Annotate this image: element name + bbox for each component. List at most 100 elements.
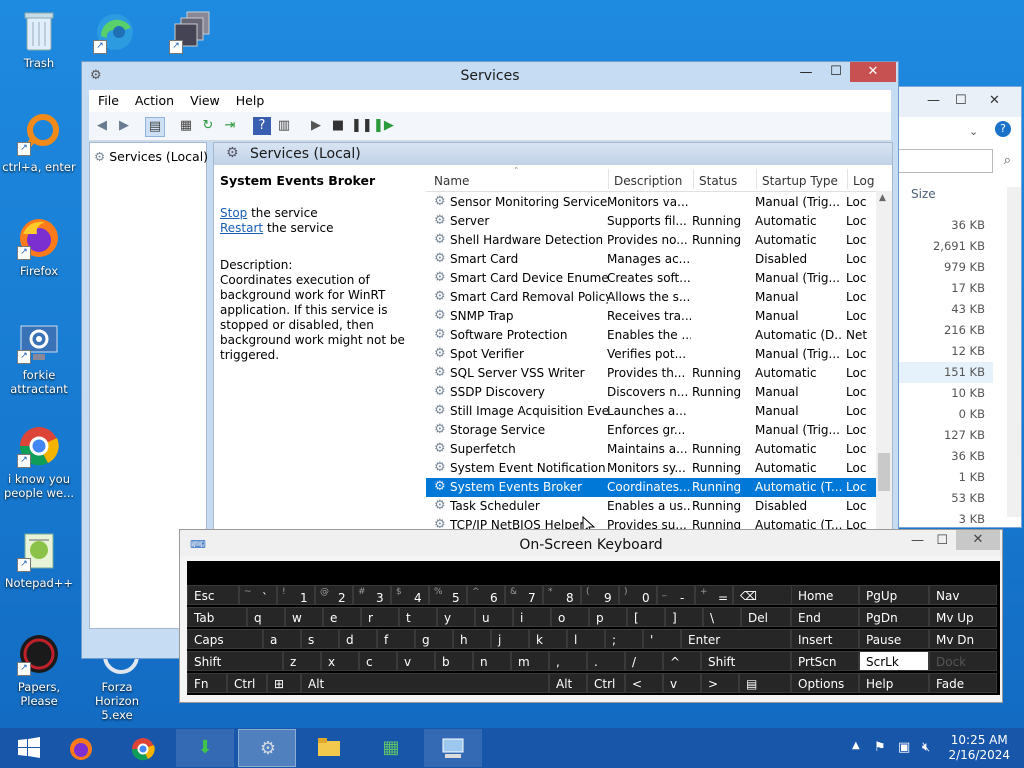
desktop-icon-ctrl-a[interactable]: ↗ ctrl+a, enter	[0, 112, 78, 174]
key-end[interactable]: End	[791, 607, 859, 627]
key--[interactable]: _ -	[657, 585, 695, 605]
key-3[interactable]: #3	[353, 585, 391, 605]
desktop-icon-windows[interactable]: ↗	[152, 10, 230, 58]
key-alt[interactable]: Alt	[301, 673, 549, 693]
key-char[interactable]: [	[627, 607, 665, 627]
show-hidden-icons-icon[interactable]: ▲	[852, 740, 860, 751]
key-left-arrow[interactable]: <	[625, 673, 663, 693]
key-char[interactable]: p	[589, 607, 627, 627]
close-icon[interactable]: ✕	[956, 530, 1000, 550]
key-2[interactable]: @2	[315, 585, 353, 605]
service-row[interactable]: ⚙ SNMP Trap Receives tra... Manual Loc	[426, 307, 876, 326]
key-char[interactable]: z	[283, 651, 321, 671]
desktop-icon-forkie[interactable]: ↗ forkie attractant	[0, 320, 78, 396]
key-char[interactable]: e	[323, 607, 361, 627]
service-row[interactable]: ⚙ System Event Notification S...Monitors …	[426, 459, 876, 478]
key-pause[interactable]: Pause	[859, 629, 929, 649]
restart-service-icon[interactable]: ❚▶	[373, 117, 394, 135]
key-alt[interactable]: Alt	[549, 673, 587, 693]
key-char[interactable]: v	[397, 651, 435, 671]
taskbar-services[interactable]: ⚙	[238, 729, 296, 767]
export-list-icon[interactable]: ⇥	[221, 117, 239, 135]
key-mv-dn[interactable]: Mv Dn	[929, 629, 997, 649]
column-header-log-on-as[interactable]: Log	[853, 174, 874, 188]
key-char[interactable]: h	[453, 629, 491, 649]
service-row[interactable]: ⚙ System Events Broker Coordinates... Runni…	[426, 478, 876, 497]
explorer-scrollbar[interactable]	[1007, 187, 1021, 517]
key-home[interactable]: Home	[791, 585, 859, 605]
back-icon[interactable]: ◀	[93, 117, 111, 135]
show-hide-tree-icon[interactable]: ▤	[145, 117, 165, 137]
key-char[interactable]: r	[361, 607, 399, 627]
key-char[interactable]: s	[301, 629, 339, 649]
key-char[interactable]: d	[339, 629, 377, 649]
desktop-icon-firefox[interactable]: ↗ Firefox	[0, 216, 78, 278]
service-row[interactable]: ⚙ Still Image Acquisition EventsLaunches …	[426, 402, 876, 421]
pause-service-icon[interactable]: ❚❚	[351, 117, 373, 135]
column-header-status[interactable]: Status	[699, 174, 737, 188]
service-row[interactable]: ⚙ Task Scheduler Enables a us... Running Dis…	[426, 497, 876, 516]
volume-muted-icon[interactable]: 🔇︎	[922, 740, 930, 755]
key-ctrl[interactable]: Ctrl	[227, 673, 267, 693]
service-row[interactable]: ⚙ SSDP Discovery Discovers n... Running Manu…	[426, 383, 876, 402]
stop-service-icon[interactable]: ■	[329, 117, 347, 135]
size-column-header[interactable]: Size	[911, 187, 936, 201]
key-char[interactable]: m	[511, 651, 549, 671]
explorer-window[interactable]: — ☐ ✕ ⌄ ? ⌕ Size 36 KB 2,691 KB 979 KB 17 K…	[852, 86, 1022, 528]
taskbar-app-download[interactable]: ⬇	[176, 729, 234, 767]
key-char[interactable]: b	[435, 651, 473, 671]
desktop-icon-chrome[interactable]: ↗ i know you people we...	[0, 424, 78, 500]
column-header-startup-type[interactable]: Startup Type	[762, 174, 838, 188]
taskbar-app-blocks[interactable]: ▦	[362, 729, 420, 767]
key-up-arrow[interactable]: ^	[663, 651, 701, 671]
on-screen-keyboard-window[interactable]: ⌨ On-Screen Keyboard — ☐ ✕ Esc ~ `! 1 @2 #3 $4…	[179, 529, 1003, 703]
restart-service-link[interactable]: Restart	[220, 221, 263, 235]
forward-icon[interactable]: ▶	[115, 117, 133, 135]
explorer-titlebar[interactable]: — ☐ ✕	[891, 87, 1021, 117]
key-options[interactable]: Options	[791, 673, 859, 693]
service-row[interactable]: ⚙ Smart Card Removal Policy Allows the s..…	[426, 288, 876, 307]
key-windows[interactable]: ⊞	[267, 673, 301, 693]
key-mv-up[interactable]: Mv Up	[929, 607, 997, 627]
flag-icon[interactable]: ⚑	[874, 740, 886, 755]
desktop-icon-edge[interactable]: ↗	[76, 10, 154, 58]
start-button[interactable]	[0, 729, 58, 767]
key-char[interactable]: j	[491, 629, 529, 649]
key-char[interactable]: q	[247, 607, 285, 627]
key-char[interactable]: \	[703, 607, 741, 627]
key-8[interactable]: * 8	[543, 585, 581, 605]
key-pgup[interactable]: PgUp	[859, 585, 929, 605]
key-char[interactable]: .	[587, 651, 625, 671]
maximize-icon[interactable]: ☐	[936, 533, 948, 548]
key-char[interactable]: '	[643, 629, 681, 649]
start-service-icon[interactable]: ▶	[307, 117, 325, 135]
close-icon[interactable]: ✕	[989, 93, 1000, 108]
key-context-menu[interactable]: ▤	[739, 673, 791, 693]
menu-action[interactable]: Action	[126, 90, 181, 108]
key-ctrl[interactable]: Ctrl	[587, 673, 625, 693]
key-pgdn[interactable]: PgDn	[859, 607, 929, 627]
scroll-up-icon[interactable]: ▲	[879, 193, 886, 203]
service-row[interactable]: ⚙ Software Protection Enables the ... Autom…	[426, 326, 876, 345]
key-char[interactable]: o	[551, 607, 589, 627]
key-char[interactable]: ;	[605, 629, 643, 649]
key-esc[interactable]: Esc	[187, 585, 239, 605]
minimize-icon[interactable]: —	[927, 93, 940, 108]
refresh-icon[interactable]: ↻	[199, 117, 217, 135]
column-header-description[interactable]: Description	[614, 174, 682, 188]
key-char[interactable]: ,	[549, 651, 587, 671]
key-scrlk[interactable]: ScrLk	[859, 651, 929, 671]
key-char[interactable]: n	[473, 651, 511, 671]
key-tab[interactable]: Tab	[187, 607, 247, 627]
key-7[interactable]: & 7	[505, 585, 543, 605]
key-prtscn[interactable]: PrtScn	[791, 651, 859, 671]
service-row[interactable]: ⚙ Storage Service Enforces gr... Manual (Tr…	[426, 421, 876, 440]
service-row[interactable]: ⚙ Server Supports fil... Running Automatic Lo…	[426, 212, 876, 231]
menu-view[interactable]: View	[181, 90, 227, 108]
key-char[interactable]: w	[285, 607, 323, 627]
column-header-name[interactable]: Name	[434, 174, 469, 188]
system-clock[interactable]: 10:25 AM 2/16/2024	[948, 733, 1010, 763]
maximize-icon[interactable]: ☐	[822, 64, 850, 84]
key-help[interactable]: Help	[859, 673, 929, 693]
key-char[interactable]: c	[359, 651, 397, 671]
